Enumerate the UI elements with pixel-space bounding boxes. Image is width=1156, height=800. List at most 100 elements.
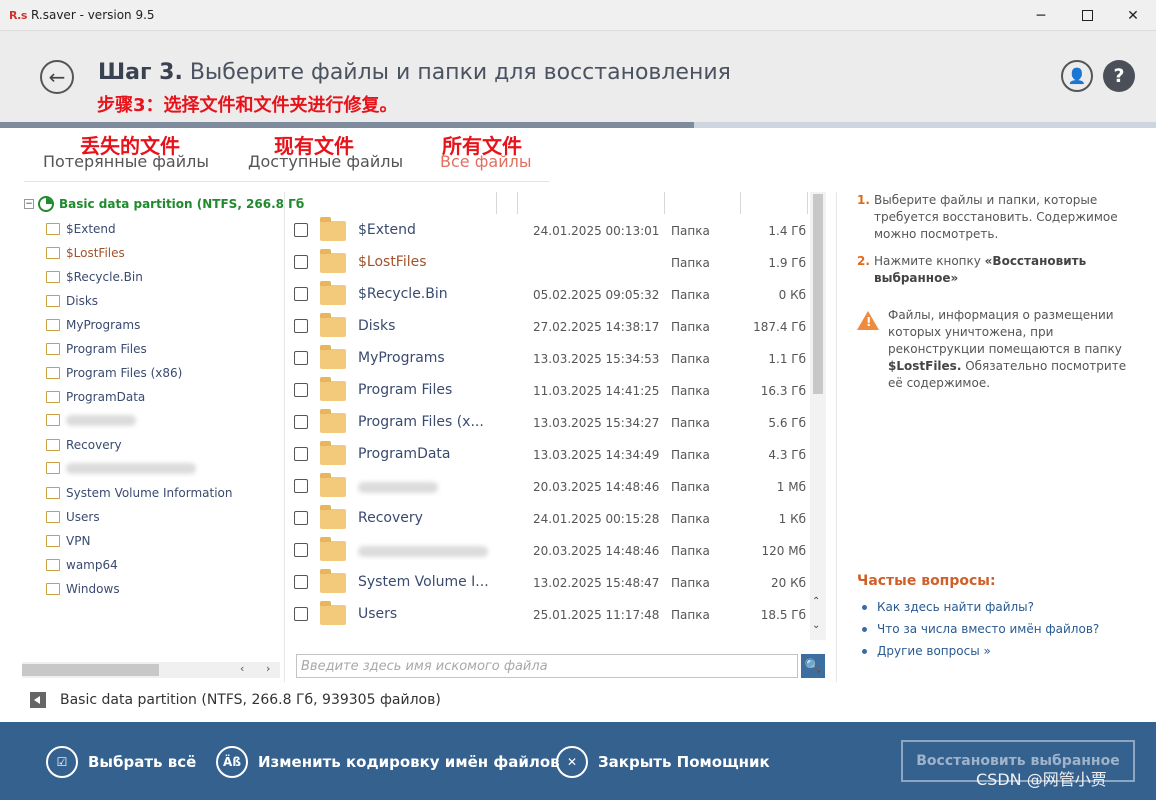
row-checkbox[interactable] [294,415,308,429]
change-encoding-button[interactable]: Äß Изменить кодировку имён файлов [216,746,560,778]
folder-checkbox-icon[interactable] [46,319,60,331]
folder-icon [320,249,346,273]
row-checkbox[interactable] [294,319,308,333]
minimize-button[interactable]: ─ [1018,0,1064,31]
folder-checkbox-icon[interactable] [46,583,60,595]
folder-checkbox-icon[interactable] [46,535,60,547]
folder-checkbox-icon[interactable] [46,295,60,307]
column-separator[interactable] [664,192,665,214]
tree-item[interactable]: System Volume Information [46,486,232,500]
folder-checkbox-icon[interactable] [46,414,60,426]
collapse-icon[interactable]: − [24,199,34,209]
search-button[interactable]: 🔍 [801,654,825,678]
scroll-left-icon[interactable]: ‹ [240,662,244,675]
faq-link-other[interactable]: Другие вопросы » [862,644,991,658]
tree-item[interactable]: Disks [46,294,98,308]
file-row[interactable]: ProgramData 13.03.2025 14:34:49 Папка 4.3 Г… [286,438,810,470]
file-row[interactable]: MyPrograms 13.03.2025 15:34:53 Папка 1.1 Гб [286,342,810,374]
file-row[interactable]: Disks 27.02.2025 14:38:17 Папка 187.4 Гб [286,310,810,342]
folder-checkbox-icon[interactable] [46,439,60,451]
folder-checkbox-icon[interactable] [46,247,60,259]
tree-item[interactable]: MyPrograms [46,318,140,332]
tab-available-files[interactable]: Доступные файлы [248,152,403,171]
faq-link-find-files[interactable]: Как здесь найти файлы? [862,600,1034,614]
row-checkbox[interactable] [294,351,308,365]
tree-item[interactable]: VPN [46,534,90,548]
tree-item[interactable]: $Recycle.Bin [46,270,143,284]
row-checkbox[interactable] [294,543,308,557]
close-window-button[interactable]: ✕ [1110,0,1156,31]
tree-item[interactable]: wamp64 [46,558,118,572]
file-row[interactable]: Program Files (x... 13.03.2025 15:34:27 Па… [286,406,810,438]
file-list-scroll-thumb[interactable] [813,194,823,394]
user-button[interactable]: 👤 [1061,60,1093,92]
user-icon: 👤 [1067,67,1087,85]
column-separator[interactable] [496,192,497,214]
file-list-scrollbar[interactable]: ⌃ ⌄ [810,192,826,640]
tree-horizontal-scrollbar[interactable]: ‹ › [22,662,280,678]
tree-item[interactable] [46,414,136,426]
column-separator[interactable] [740,192,741,214]
folder-checkbox-icon[interactable] [46,223,60,235]
tree-root-partition[interactable]: − Basic data partition (NTFS, 266.8 Гб [24,196,304,212]
folder-checkbox-icon[interactable] [46,487,60,499]
folder-checkbox-icon[interactable] [46,343,60,355]
tree-scroll-thumb[interactable] [22,664,159,676]
row-checkbox[interactable] [294,447,308,461]
file-row[interactable]: System Volume I... 13.02.2025 15:48:47 Пап… [286,566,810,598]
file-row[interactable]: $Extend 24.01.2025 00:13:01 Папка 1.4 Гб [286,214,810,246]
scroll-down-icon[interactable]: ⌄ [812,620,820,631]
file-row[interactable]: $Recycle.Bin 05.02.2025 09:05:32 Папка 0 Кб [286,278,810,310]
folder-checkbox-icon[interactable] [46,367,60,379]
file-row[interactable]: 20.03.2025 14:48:46 Папка 120 Мб [286,534,810,566]
folder-checkbox-icon[interactable] [46,559,60,571]
row-checkbox[interactable] [294,511,308,525]
scroll-right-icon[interactable]: › [266,662,270,675]
folder-checkbox-icon[interactable] [46,462,60,474]
tab-all-files[interactable]: Все файлы [440,152,531,171]
file-row[interactable]: Users 25.01.2025 11:17:48 Папка 18.5 Гб [286,598,810,630]
folder-checkbox-icon[interactable] [46,511,60,523]
tree-item[interactable]: $Extend [46,222,116,236]
row-checkbox[interactable] [294,479,308,493]
tree-item-label: Windows [66,582,120,596]
help-button[interactable]: ? [1103,60,1135,92]
tree-item[interactable]: $LostFiles [46,246,125,260]
collapse-panel-icon[interactable] [30,692,46,708]
column-separator[interactable] [517,192,518,214]
tab-lost-files[interactable]: Потерянные файлы [43,152,209,171]
column-separator[interactable] [807,192,808,214]
faq-link-numbers[interactable]: Что за числа вместо имён файлов? [862,622,1099,636]
row-checkbox[interactable] [294,287,308,301]
tree-item-label: Program Files [66,342,147,356]
tree-item[interactable]: Program Files (x86) [46,366,182,380]
file-row[interactable]: 20.03.2025 14:48:46 Папка 1 Мб [286,470,810,502]
file-row[interactable]: $LostFiles Папка 1.9 Гб [286,246,810,278]
select-all-button[interactable]: ☑ Выбрать всё [46,746,196,778]
row-checkbox[interactable] [294,383,308,397]
minimize-icon: ─ [1036,7,1046,24]
row-checkbox[interactable] [294,255,308,269]
tree-item-label: MyPrograms [66,318,141,332]
file-row[interactable]: Recovery 24.01.2025 00:15:28 Папка 1 Кб [286,502,810,534]
tree-item[interactable]: Recovery [46,438,122,452]
scroll-up-icon[interactable]: ⌃ [812,596,820,607]
close-wizard-button[interactable]: ✕ Закрыть Помощник [556,746,770,778]
folder-checkbox-icon[interactable] [46,271,60,283]
folder-checkbox-icon[interactable] [46,391,60,403]
row-checkbox[interactable] [294,575,308,589]
maximize-button[interactable] [1064,0,1110,31]
tree-item[interactable]: ProgramData [46,390,145,404]
file-row[interactable]: Program Files 11.03.2025 14:41:25 Папка 16.… [286,374,810,406]
step-annotation: 步骤3：选择文件和文件夹进行修复。 [97,95,398,116]
file-search-input[interactable] [296,654,798,678]
tree-item[interactable]: Windows [46,582,120,596]
status-text: Basic data partition (NTFS, 266.8 Гб, 93… [60,692,441,708]
row-checkbox[interactable] [294,223,308,237]
row-checkbox[interactable] [294,607,308,621]
help-step-number: 2. [857,254,870,268]
tree-item[interactable] [46,462,196,474]
tree-item[interactable]: Users [46,510,100,524]
tree-item[interactable]: Program Files [46,342,147,356]
back-button[interactable]: ← [40,60,74,94]
